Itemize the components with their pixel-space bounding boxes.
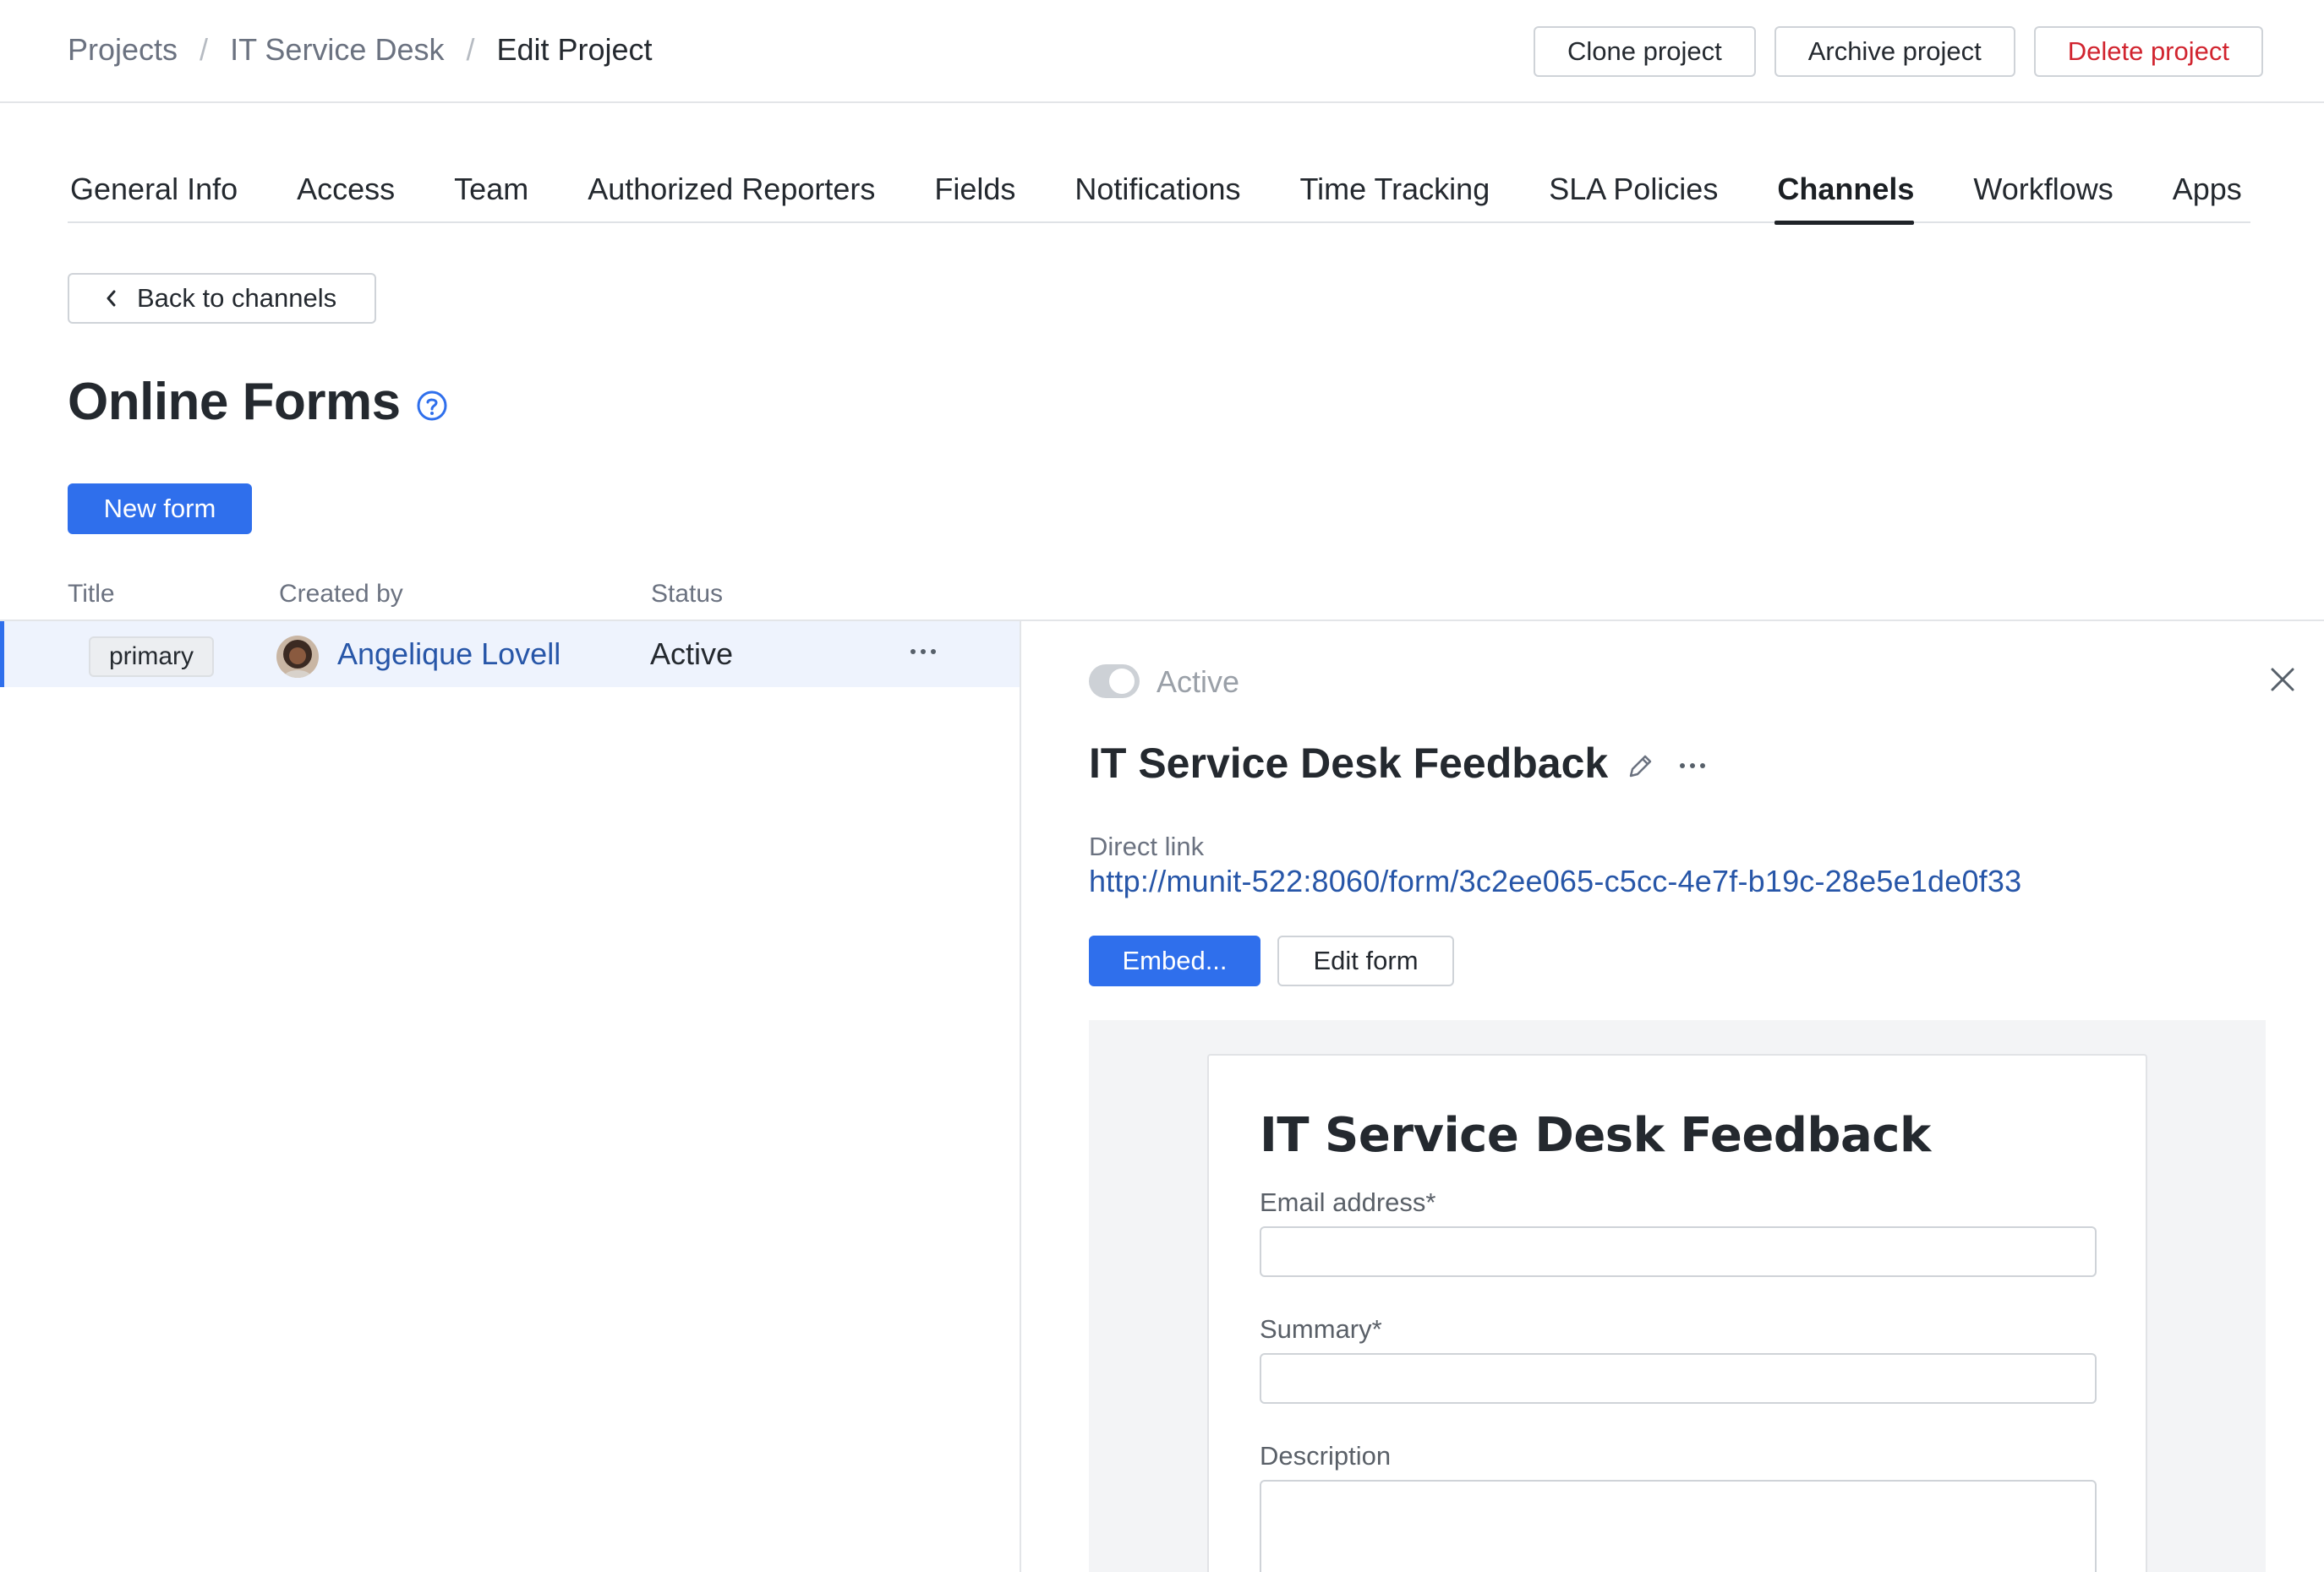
tab-workflows[interactable]: Workflows	[1971, 166, 2113, 223]
preview-form-title: IT Service Desk Feedback	[1260, 1108, 1931, 1163]
question-circle-icon[interactable]	[416, 390, 448, 422]
archive-project-button[interactable]: Archive project	[1774, 26, 2015, 77]
tab-team[interactable]: Team	[451, 166, 528, 223]
page-title: Online Forms	[68, 373, 401, 431]
direct-link[interactable]: http://munit-522:8060/form/3c2ee065-c5cc…	[1089, 864, 2021, 899]
breadcrumb-it-service-desk[interactable]: IT Service Desk	[230, 32, 444, 68]
breadcrumb: Projects / IT Service Desk / Edit Projec…	[68, 32, 653, 68]
page-title-group: Online Forms	[68, 372, 448, 432]
table-row[interactable]: primary Angelique Lovell Active	[0, 621, 1020, 687]
back-to-channels-label: Back to channels	[137, 283, 337, 313]
chevron-left-icon	[107, 290, 116, 307]
avatar	[276, 636, 319, 678]
column-header-status[interactable]: Status	[651, 580, 723, 609]
tab-apps[interactable]: Apps	[2170, 166, 2242, 223]
direct-link-label: Direct link	[1089, 832, 1205, 861]
preview-description-label: Description	[1260, 1441, 1392, 1471]
edit-form-button[interactable]: Edit form	[1277, 936, 1454, 986]
breadcrumb-current: Edit Project	[496, 32, 653, 67]
active-toggle[interactable]	[1089, 664, 1140, 698]
active-toggle-label: Active	[1157, 664, 1240, 699]
tab-general-info[interactable]: General Info	[68, 166, 238, 223]
tab-notifications[interactable]: Notifications	[1072, 166, 1240, 223]
panel-divider	[1020, 621, 1021, 1572]
tab-channels[interactable]: Channels	[1774, 166, 1915, 225]
preview-email-label: Email address*	[1260, 1187, 1436, 1217]
creator-link[interactable]: Angelique Lovell	[337, 636, 560, 672]
breadcrumb-separator: /	[466, 32, 475, 67]
preview-summary-input[interactable]	[1260, 1353, 2097, 1404]
tab-authorized-reporters[interactable]: Authorized Reporters	[585, 166, 875, 223]
preview-summary-label: Summary*	[1260, 1314, 1382, 1344]
new-form-button[interactable]: New form	[68, 483, 252, 534]
project-settings-tabs: General Info Access Team Authorized Repo…	[68, 166, 2250, 225]
clone-project-button[interactable]: Clone project	[1534, 26, 1756, 77]
tab-time-tracking[interactable]: Time Tracking	[1298, 166, 1490, 223]
form-title-tag: primary	[89, 636, 215, 677]
close-icon[interactable]	[2266, 663, 2299, 696]
tab-access[interactable]: Access	[294, 166, 395, 223]
preview-description-textarea[interactable]	[1260, 1480, 2097, 1572]
breadcrumb-separator: /	[200, 32, 209, 67]
project-actions: Clone project Archive project Delete pro…	[1534, 26, 2263, 77]
back-to-channels-button[interactable]: Back to channels	[68, 273, 376, 324]
breadcrumb-projects[interactable]: Projects	[68, 32, 178, 68]
pencil-icon[interactable]	[1625, 751, 1655, 782]
delete-project-button[interactable]: Delete project	[2033, 26, 2263, 77]
more-options-icon[interactable]	[1674, 751, 1711, 781]
embed-button[interactable]: Embed...	[1089, 936, 1260, 986]
status-cell: Active	[650, 636, 734, 671]
form-detail-title-group: IT Service Desk Feedback	[1089, 739, 1711, 788]
tab-sla-policies[interactable]: SLA Policies	[1546, 166, 1718, 223]
form-detail-title: IT Service Desk Feedback	[1089, 740, 1609, 787]
toggle-knob	[1109, 669, 1135, 694]
preview-email-input[interactable]	[1260, 1226, 2097, 1277]
more-options-icon[interactable]	[903, 635, 943, 669]
form-preview-card: IT Service Desk Feedback Email address* …	[1207, 1054, 2147, 1572]
column-header-title[interactable]: Title	[68, 580, 115, 609]
tab-fields[interactable]: Fields	[932, 166, 1015, 223]
column-header-created-by[interactable]: Created by	[279, 580, 403, 609]
top-bar: Projects / IT Service Desk / Edit Projec…	[0, 0, 2324, 103]
